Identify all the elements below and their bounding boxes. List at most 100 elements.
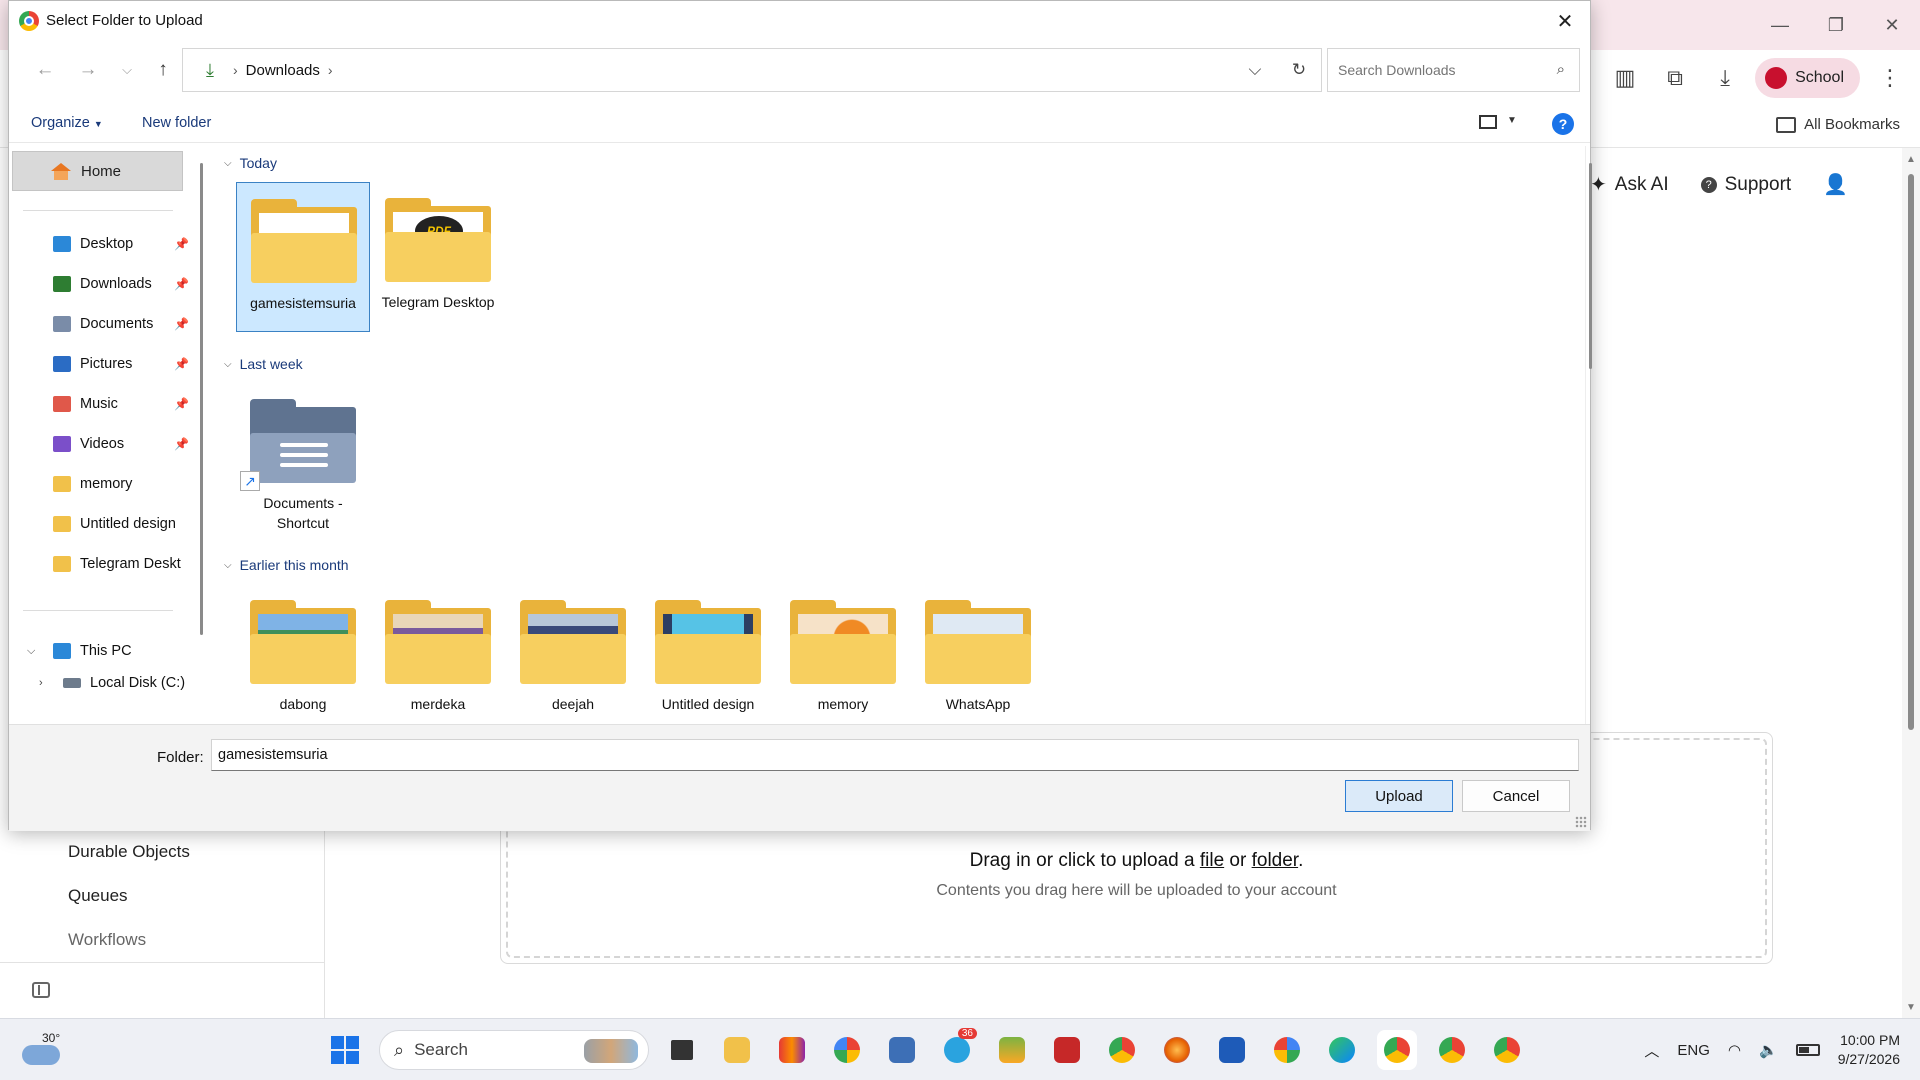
nav-item-downloads[interactable]: Downloads 📌	[53, 266, 203, 302]
edge-icon[interactable]	[1322, 1030, 1362, 1070]
folder-tile-gamesistemsuria[interactable]: gamesistemsuria	[236, 182, 370, 332]
scroll-thumb[interactable]	[1908, 174, 1914, 730]
upload-file-link[interactable]: file	[1200, 850, 1224, 871]
chrome-icon[interactable]	[1102, 1030, 1142, 1070]
file-explorer-icon[interactable]	[717, 1030, 757, 1070]
nav-this-pc[interactable]: This PC	[53, 633, 203, 669]
breadcrumb-chevron-icon[interactable]: ›	[328, 62, 333, 78]
content-scrollbar[interactable]	[1589, 163, 1592, 369]
search-box[interactable]: ⌕	[1327, 48, 1580, 92]
ask-ai-button[interactable]: ✦ Ask AI	[1590, 172, 1669, 197]
sidebar-toggle-icon[interactable]	[32, 982, 50, 998]
folder-input[interactable]	[211, 739, 1579, 771]
language-indicator[interactable]: ENG	[1677, 1042, 1710, 1059]
nav-local-disk[interactable]: Local Disk (C:)	[63, 665, 204, 701]
pin-icon: 📌	[174, 277, 189, 291]
clock[interactable]: 10:00 PM 9/27/2026	[1838, 1031, 1900, 1069]
app-icon[interactable]	[772, 1030, 812, 1070]
nav-home[interactable]: Home	[12, 151, 183, 191]
up-icon[interactable]: ↑	[147, 54, 179, 86]
downloads-icon: ⤓	[206, 59, 214, 80]
address-bar[interactable]: ⤓ › Downloads › ⌵ ↻	[182, 48, 1322, 92]
view-dropdown-icon[interactable]: ▼	[1507, 115, 1517, 126]
chrome-profile-icon[interactable]	[1432, 1030, 1472, 1070]
nav-item-untitled-design[interactable]: Untitled design	[53, 506, 203, 542]
calculator-icon[interactable]	[882, 1030, 922, 1070]
nav-workflows[interactable]: Workflows	[68, 930, 146, 950]
breadcrumb-downloads[interactable]: Downloads	[246, 62, 320, 79]
nav-item-music[interactable]: Music 📌	[53, 386, 203, 422]
taskbar-search[interactable]: ⌕ Search	[379, 1030, 649, 1070]
page-scrollbar[interactable]: ▲ ▼	[1902, 148, 1920, 1018]
folder-tile-telegram-desktop[interactable]: PDF Telegram Desktop	[371, 182, 505, 332]
chevron-up-icon[interactable]: ︿	[1644, 1040, 1659, 1061]
task-view-icon[interactable]	[662, 1030, 702, 1070]
folder-tile-deejah[interactable]: deejah	[506, 584, 640, 724]
resize-grip-icon[interactable]	[1575, 816, 1587, 828]
upload-folder-link[interactable]: folder	[1252, 850, 1298, 871]
group-earlier-this-month[interactable]: ⌵ Earlier this month	[224, 557, 349, 573]
reading-mode-icon[interactable]: ▥	[1605, 58, 1645, 98]
nav-item-desktop[interactable]: Desktop 📌	[53, 226, 203, 262]
folder-tile-merdeka[interactable]: merdeka	[371, 584, 505, 724]
new-folder-button[interactable]: New folder	[142, 115, 211, 131]
folder-tile-dabong[interactable]: dabong	[236, 584, 370, 724]
back-icon[interactable]: ←	[29, 54, 61, 86]
refresh-icon[interactable]: ↻	[1277, 60, 1321, 80]
support-button[interactable]: ? Support	[1700, 174, 1791, 196]
chrome-active-icon[interactable]	[1377, 1030, 1417, 1070]
address-dropdown-icon[interactable]: ⌵	[1233, 60, 1277, 80]
group-last-week[interactable]: ⌵ Last week	[224, 356, 303, 372]
chrome-profile-2-icon[interactable]	[1487, 1030, 1527, 1070]
group-today[interactable]: ⌵ Today	[224, 155, 277, 171]
all-bookmarks-button[interactable]: All Bookmarks	[1776, 116, 1900, 133]
minimize-icon[interactable]: —	[1752, 0, 1808, 50]
google-chrome-alt-icon[interactable]	[1267, 1030, 1307, 1070]
volume-icon[interactable]: 🔈	[1759, 1041, 1778, 1059]
nav-durable-objects[interactable]: Durable Objects	[68, 842, 190, 862]
google-icon[interactable]	[827, 1030, 867, 1070]
profile-button[interactable]: School	[1755, 58, 1860, 98]
start-icon[interactable]	[331, 1036, 359, 1064]
extensions-icon[interactable]: ⧉	[1655, 58, 1695, 98]
chevron-down-icon[interactable]: ⌵	[27, 645, 35, 658]
scroll-down-icon[interactable]: ▼	[1906, 1002, 1916, 1013]
chevron-down-icon: ⌵	[224, 559, 232, 571]
close-icon[interactable]: ✕	[1548, 5, 1582, 37]
folder-tile-memory[interactable]: memory	[776, 584, 910, 724]
telegram-icon[interactable]: 36	[937, 1028, 977, 1070]
word-icon[interactable]	[1212, 1030, 1252, 1070]
restore-icon[interactable]: ❐	[1808, 0, 1864, 50]
home-icon	[51, 163, 71, 180]
nav-item-memory[interactable]: memory	[53, 466, 203, 502]
nav-item-telegram-deskt[interactable]: Telegram Deskt	[53, 546, 203, 582]
view-icon[interactable]	[1479, 115, 1497, 129]
search-input[interactable]	[1338, 62, 1538, 78]
close-window-icon[interactable]: ✕	[1864, 0, 1920, 50]
photo-app-icon[interactable]	[992, 1030, 1032, 1070]
weather-widget[interactable]: 30°	[22, 1031, 64, 1067]
wifi-icon[interactable]: ◠	[1728, 1041, 1741, 1059]
scroll-up-icon[interactable]: ▲	[1906, 154, 1916, 165]
nav-queues[interactable]: Queues	[68, 886, 128, 906]
menu-icon[interactable]: ⋮	[1870, 58, 1910, 98]
nav-scrollbar[interactable]	[200, 163, 203, 635]
chevron-right-icon[interactable]: ›	[39, 677, 43, 689]
firefox-icon[interactable]	[1157, 1030, 1197, 1070]
user-icon[interactable]: 👤	[1823, 172, 1848, 197]
nav-item-pictures[interactable]: Pictures 📌	[53, 346, 203, 382]
nav-item-videos[interactable]: Videos 📌	[53, 426, 203, 462]
recent-locations-icon[interactable]: ⌵	[111, 54, 143, 86]
upload-button[interactable]: Upload	[1345, 780, 1453, 812]
help-icon[interactable]: ?	[1552, 113, 1574, 135]
forward-icon[interactable]: →	[72, 54, 104, 86]
folder-tile-untitled-design[interactable]: Untitled design	[641, 584, 775, 724]
battery-icon[interactable]	[1795, 1044, 1820, 1056]
nav-item-documents[interactable]: Documents 📌	[53, 306, 203, 342]
download-icon[interactable]: ⤓	[1705, 58, 1745, 98]
folder-tile-documents-shortcut[interactable]: ↗ Documents - Shortcut	[236, 383, 370, 533]
cancel-button[interactable]: Cancel	[1462, 780, 1570, 812]
filezilla-icon[interactable]	[1047, 1030, 1087, 1070]
folder-tile-whatsapp[interactable]: WhatsApp	[911, 584, 1045, 724]
organize-button[interactable]: Organize ▼	[31, 115, 103, 131]
